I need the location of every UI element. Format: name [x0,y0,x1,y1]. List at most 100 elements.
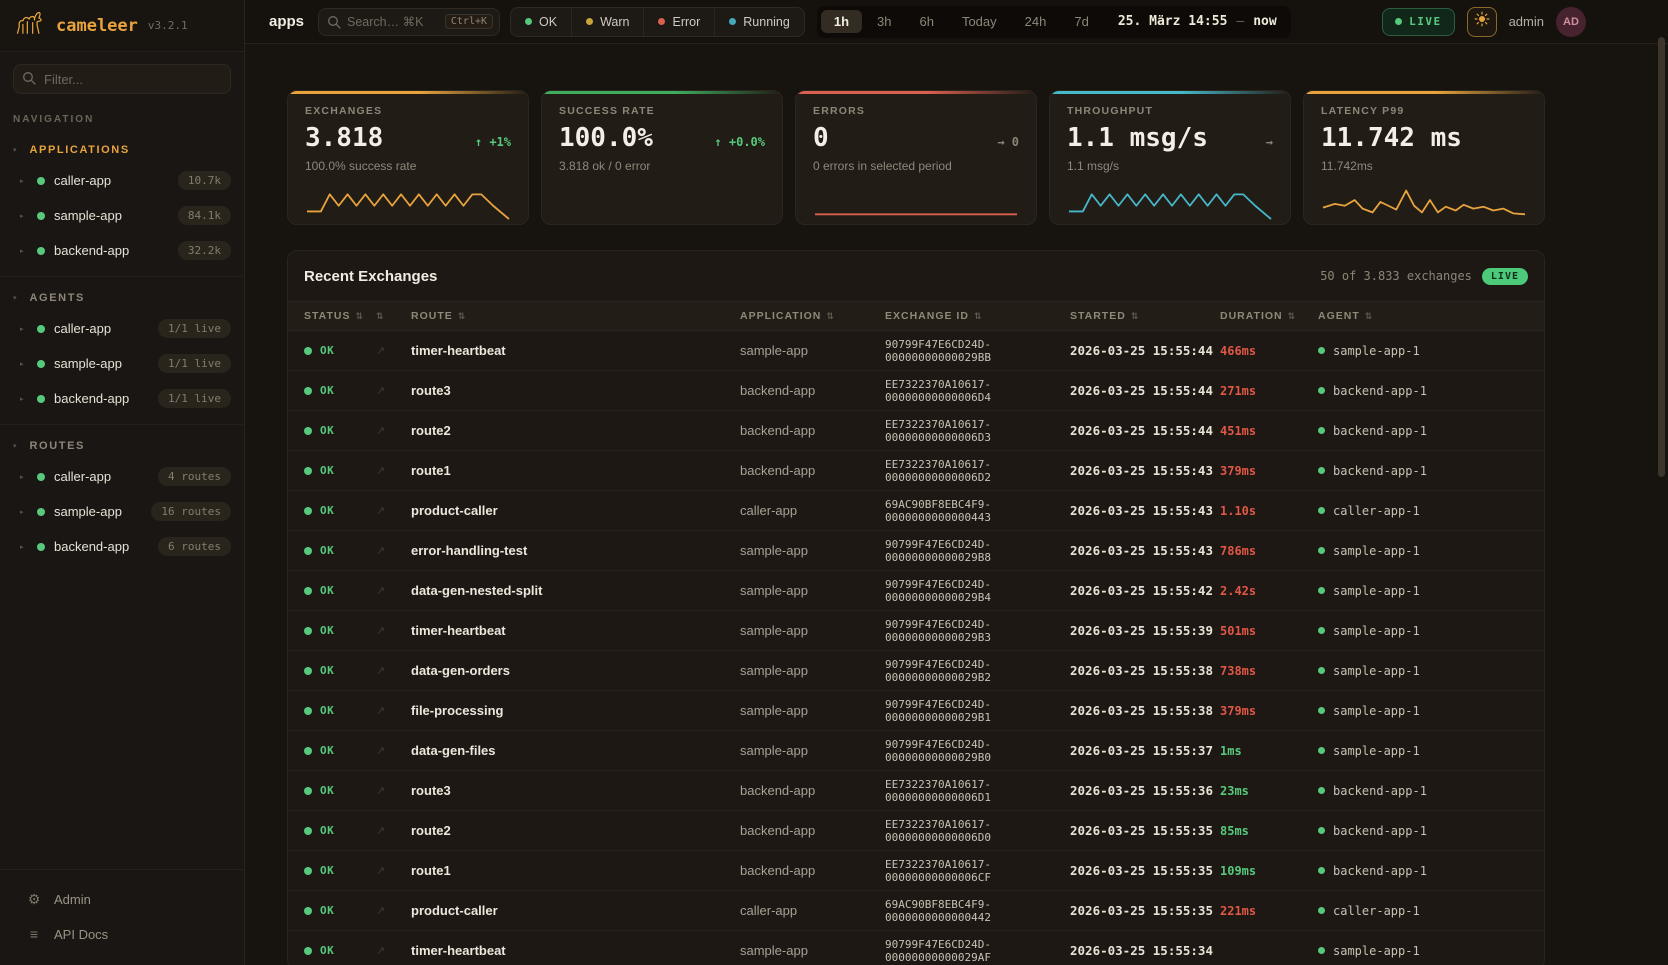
table-row[interactable]: OK↗product-callercaller-app69AC90BF8EBC4… [288,491,1544,531]
table-row[interactable]: OK↗data-gen-orderssample-app90799F47E6CD… [288,651,1544,691]
section-header-routes[interactable]: ▾ROUTES [0,431,244,459]
agent-cell: backend-app-1 [1318,424,1528,438]
started-cell: 2026-03-25 15:55:43 [1070,463,1220,478]
footer-item-api-docs[interactable]: ≡API Docs [0,917,244,951]
search-box[interactable]: Ctrl+K [318,8,500,36]
section-header-applications[interactable]: ▾APPLICATIONS [0,135,244,163]
time-range-24h[interactable]: 24h [1012,10,1060,33]
table-row[interactable]: OK↗product-callercaller-app69AC90BF8EBC4… [288,891,1544,931]
table-row[interactable]: OK↗error-handling-testsample-app90799F47… [288,531,1544,571]
time-range-6h[interactable]: 6h [906,10,946,33]
filter-wrap [13,64,231,94]
sort-icon: ⇅ [355,311,364,322]
table-row[interactable]: OK↗route1backend-appEE7322370A10617-0000… [288,451,1544,491]
column-header-application[interactable]: APPLICATION⇅ [740,310,885,322]
time-range-3h[interactable]: 3h [864,10,904,33]
stat-card-delta: → [1266,135,1273,149]
sidebar-item-caller-app[interactable]: ▸caller-app4 routes [0,459,244,494]
section-label: APPLICATIONS [30,144,130,156]
table-row[interactable]: OK↗route3backend-appEE7322370A10617-0000… [288,371,1544,411]
table-row[interactable]: OK↗route2backend-appEE7322370A10617-0000… [288,411,1544,451]
status-value: OK [320,784,334,797]
agent-dot-icon [1318,427,1325,434]
sidebar-item-backend-app[interactable]: ▸backend-app6 routes [0,529,244,564]
sidebar-item-caller-app[interactable]: ▸caller-app1/1 live [0,311,244,346]
application-cell: backend-app [740,863,885,878]
sidebar-item-sample-app[interactable]: ▸sample-app1/1 live [0,346,244,381]
status-cell: OK [304,784,376,797]
search-icon [327,15,341,34]
table-row[interactable]: OK↗route1backend-appEE7322370A10617-0000… [288,851,1544,891]
time-range-7d[interactable]: 7d [1061,10,1101,33]
status-cell: OK [304,544,376,557]
theme-toggle-button[interactable] [1467,7,1497,37]
column-header-link[interactable]: ⇅ [376,311,411,322]
agent-name: backend-app-1 [1333,384,1427,398]
sidebar: cameleer v3.2.1 NAVIGATION ▾APPLICATIONS… [0,0,245,965]
status-filter-label: Error [672,15,700,29]
application-cell: sample-app [740,343,885,358]
table-row[interactable]: OK↗file-processingsample-app90799F47E6CD… [288,691,1544,731]
route-cell: timer-heartbeat [411,343,740,358]
section-header-agents[interactable]: ▾AGENTS [0,283,244,311]
agent-cell: backend-app-1 [1318,824,1528,838]
application-cell: sample-app [740,623,885,638]
column-header-route[interactable]: ROUTE⇅ [411,310,740,322]
filter-input[interactable] [13,64,231,94]
table-row[interactable]: OK↗timer-heartbeatsample-app90799F47E6CD… [288,931,1544,965]
table-row[interactable]: OK↗timer-heartbeatsample-app90799F47E6CD… [288,611,1544,651]
sidebar-item-backend-app[interactable]: ▸backend-app32.2k [0,233,244,268]
status-filter-error[interactable]: Error [643,8,714,36]
agent-cell: sample-app-1 [1318,584,1528,598]
table-row[interactable]: OK↗timer-heartbeatsample-app90799F47E6CD… [288,331,1544,371]
status-dot-icon [37,473,45,481]
open-link-icon: ↗ [376,584,411,597]
column-header-status[interactable]: STATUS⇅ [304,310,376,322]
agent-name: sample-app-1 [1333,584,1420,598]
time-range-1h[interactable]: 1h [821,10,862,33]
search-icon [22,71,36,90]
agent-dot-icon [1318,947,1325,954]
agent-dot-icon [1318,547,1325,554]
status-cell: OK [304,624,376,637]
stat-value-row: 3.818↑ +1% [305,123,511,153]
ok-dot-icon [304,547,312,555]
status-filter-ok[interactable]: OK [511,8,571,36]
column-header-duration[interactable]: DURATION⇅ [1220,310,1318,322]
chevron-right-icon: ▸ [20,212,28,220]
status-value: OK [320,904,334,917]
status-filter-label: Running [743,15,790,29]
status-filter-warn[interactable]: Warn [571,8,643,36]
time-range-today[interactable]: Today [949,10,1010,33]
table-row[interactable]: OK↗route3backend-appEE7322370A10617-0000… [288,771,1544,811]
footer-item-admin[interactable]: ⚙Admin [0,882,244,917]
ok-dot-icon [304,827,312,835]
status-filter-running[interactable]: Running [714,8,804,36]
column-header-started[interactable]: STARTED⇅ [1070,310,1220,322]
search-input[interactable] [347,15,445,29]
open-link-icon: ↗ [376,464,411,477]
sidebar-item-caller-app[interactable]: ▸caller-app10.7k [0,163,244,198]
column-header-agent[interactable]: AGENT⇅ [1318,310,1528,322]
ok-dot-icon [304,867,312,875]
ok-dot-icon [304,627,312,635]
table-row[interactable]: OK↗data-gen-filessample-app90799F47E6CD2… [288,731,1544,771]
column-header-exchange-id[interactable]: EXCHANGE ID⇅ [885,310,1070,322]
sidebar-item-sample-app[interactable]: ▸sample-app16 routes [0,494,244,529]
table-row[interactable]: OK↗data-gen-nested-splitsample-app90799F… [288,571,1544,611]
user-avatar[interactable]: AD [1556,7,1586,37]
scrollbar-thumb[interactable] [1658,37,1665,477]
started-cell: 2026-03-25 15:55:42 [1070,583,1220,598]
route-cell: route3 [411,383,740,398]
sidebar-item-sample-app[interactable]: ▸sample-app84.1k [0,198,244,233]
sidebar-item-backend-app[interactable]: ▸backend-app1/1 live [0,381,244,416]
agent-cell: sample-app-1 [1318,704,1528,718]
stat-card-value: 3.818 [305,123,383,153]
agent-dot-icon [1318,627,1325,634]
table-row[interactable]: OK↗route2backend-appEE7322370A10617-0000… [288,811,1544,851]
status-dot-icon [658,18,665,25]
table-live-badge[interactable]: LIVE [1482,268,1528,285]
ok-dot-icon [304,467,312,475]
sparkline [813,182,1019,220]
live-toggle[interactable]: LIVE [1382,8,1455,36]
